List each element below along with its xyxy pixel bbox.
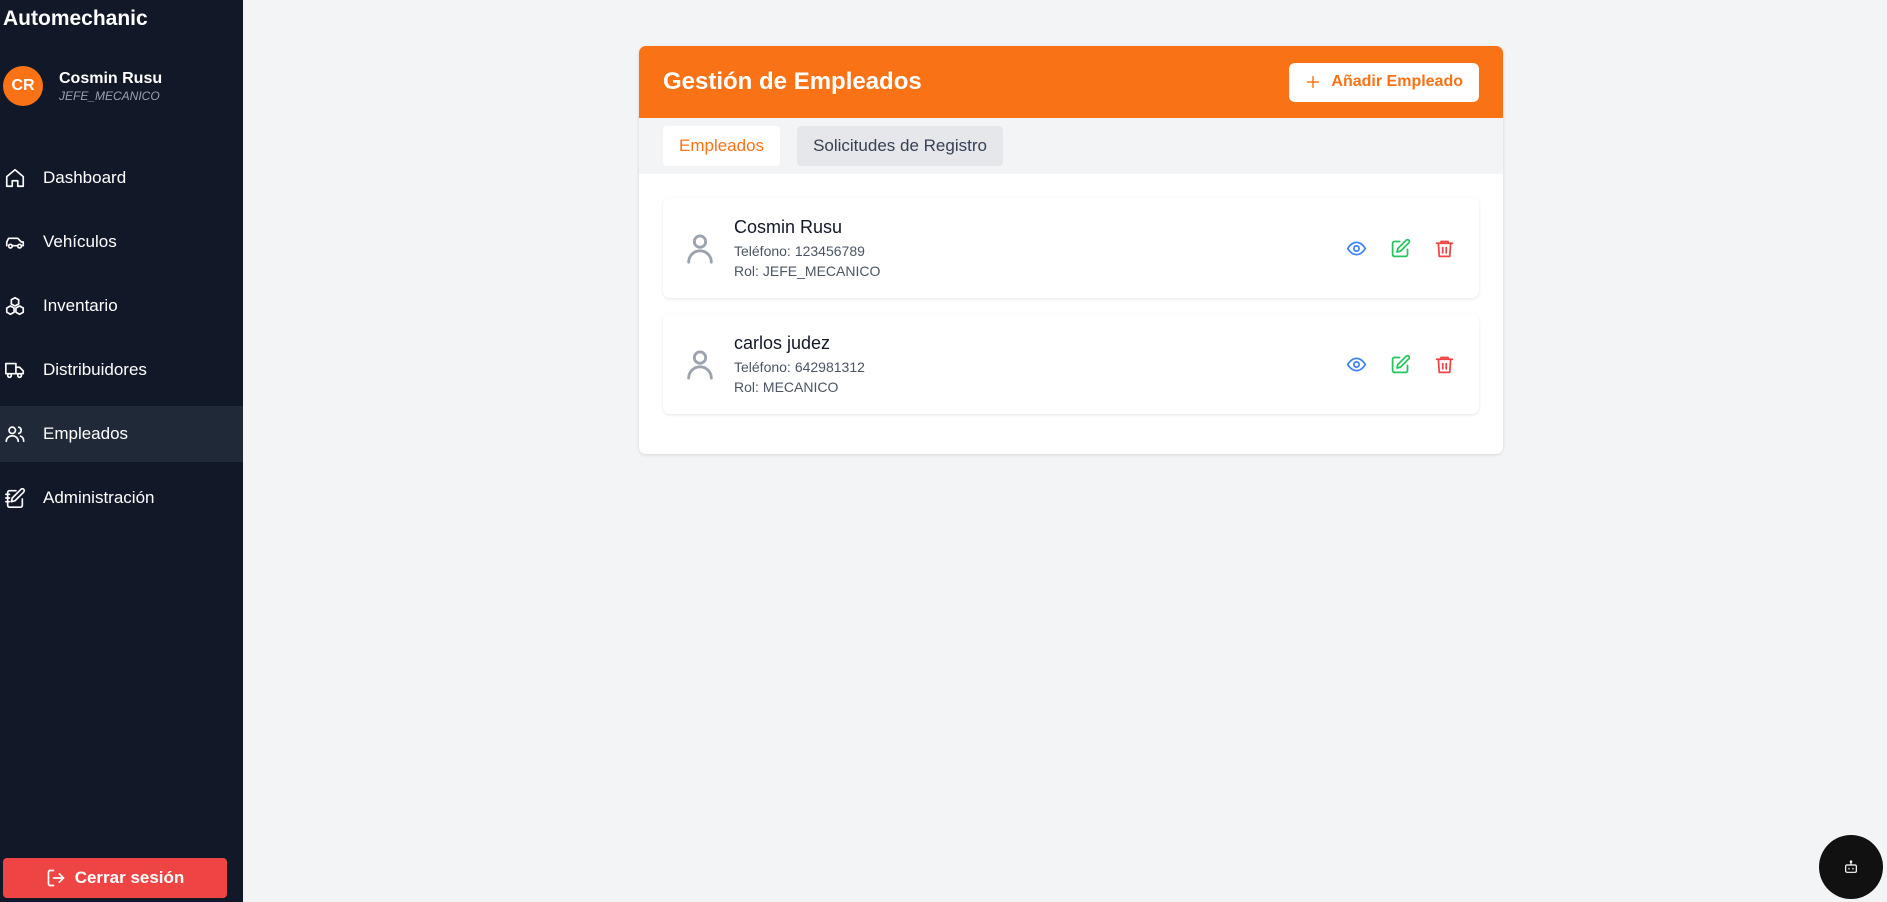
edit-button[interactable] — [1389, 237, 1411, 259]
employee-role: Rol: JEFE_MECANICO — [734, 262, 881, 279]
view-button[interactable] — [1345, 237, 1367, 259]
delete-button[interactable] — [1433, 353, 1455, 375]
users-icon — [4, 423, 26, 445]
user-name: Cosmin Rusu — [59, 69, 163, 87]
logout-label: Cerrar sesión — [74, 868, 185, 887]
eye-icon — [1346, 357, 1366, 371]
bot-icon — [1845, 860, 1857, 873]
sidebar-item-empleados[interactable]: Empleados — [0, 406, 243, 462]
sidebar-item-distribuidores[interactable]: Distribuidores — [0, 342, 243, 398]
add-employee-button[interactable]: Añadir Empleado — [1289, 62, 1479, 102]
employee-phone: Teléfono: 642981312 — [734, 358, 865, 375]
sidebar-item-label: Dashboard — [43, 168, 127, 187]
user-icon — [683, 347, 717, 381]
sidebar: Automechanic CR Cosmin Rusu JEFE_MECANIC… — [0, 0, 243, 902]
edit-icon — [1391, 238, 1410, 257]
sidebar-item-label: Distribuidores — [43, 360, 147, 379]
edit-icon — [1391, 354, 1410, 373]
list-item: Cosmin Rusu Teléfono: 123456789 Rol: JEFE_… — [663, 198, 1479, 298]
notebook-pen-icon — [4, 487, 26, 509]
page-title: Gestión de Empleados — [663, 68, 922, 95]
sidebar-item-dashboard[interactable]: Dashboard — [0, 150, 243, 206]
add-employee-label: Añadir Empleado — [1331, 73, 1463, 90]
sidebar-item-label: Vehículos — [43, 232, 117, 251]
tabs-bar: Empleados Solicitudes de Registro — [639, 118, 1503, 174]
sidebar-item-inventario[interactable]: Inventario — [0, 278, 243, 334]
sidebar-item-label: Empleados — [43, 424, 129, 443]
app-title: Automechanic — [3, 7, 148, 30]
card-header: Gestión de Empleados Añadir Empleado — [639, 46, 1503, 118]
employee-phone: Teléfono: 123456789 — [734, 242, 865, 259]
chatbot-button[interactable] — [1819, 835, 1883, 899]
user-icon — [683, 231, 717, 265]
employee-name: Cosmin Rusu — [734, 216, 843, 237]
home-icon — [4, 167, 26, 189]
sidebar-item-administracion[interactable]: Administración — [0, 470, 243, 526]
sidebar-item-label: Inventario — [43, 296, 118, 315]
employee-role: Rol: MECANICO — [734, 378, 839, 395]
car-icon — [4, 231, 26, 253]
user-role: JEFE_MECANICO — [59, 88, 160, 103]
boxes-icon — [4, 295, 26, 317]
edit-button[interactable] — [1389, 353, 1411, 375]
sidebar-item-label: Administración — [43, 488, 155, 507]
employees-card: Gestión de Empleados Añadir Empleado Emp… — [639, 46, 1503, 454]
logout-icon — [47, 869, 65, 887]
truck-icon — [4, 359, 26, 381]
delete-button[interactable] — [1433, 237, 1455, 259]
logout-button[interactable]: Cerrar sesión — [3, 858, 227, 898]
employee-name: carlos judez — [734, 332, 831, 353]
tab-empleados[interactable]: Empleados — [663, 126, 781, 166]
trash-icon — [1435, 240, 1453, 257]
employee-list: Cosmin Rusu Teléfono: 123456789 Rol: JEFE_… — [639, 174, 1503, 414]
sidebar-item-vehiculos[interactable]: Vehículos — [0, 214, 243, 270]
tab-solicitudes-de-registro[interactable]: Solicitudes de Registro — [797, 126, 1003, 166]
sidebar-nav: Dashboard Vehículos Inventario Distribui… — [0, 150, 243, 534]
list-item: carlos judez Teléfono: 642981312 Rol: MECA… — [663, 314, 1479, 414]
eye-icon — [1346, 241, 1366, 255]
user-profile: CR Cosmin Rusu JEFE_MECANICO — [3, 66, 162, 106]
trash-icon — [1435, 356, 1453, 373]
view-button[interactable] — [1345, 353, 1367, 375]
avatar: CR — [3, 66, 43, 106]
plus-icon — [1307, 75, 1320, 89]
